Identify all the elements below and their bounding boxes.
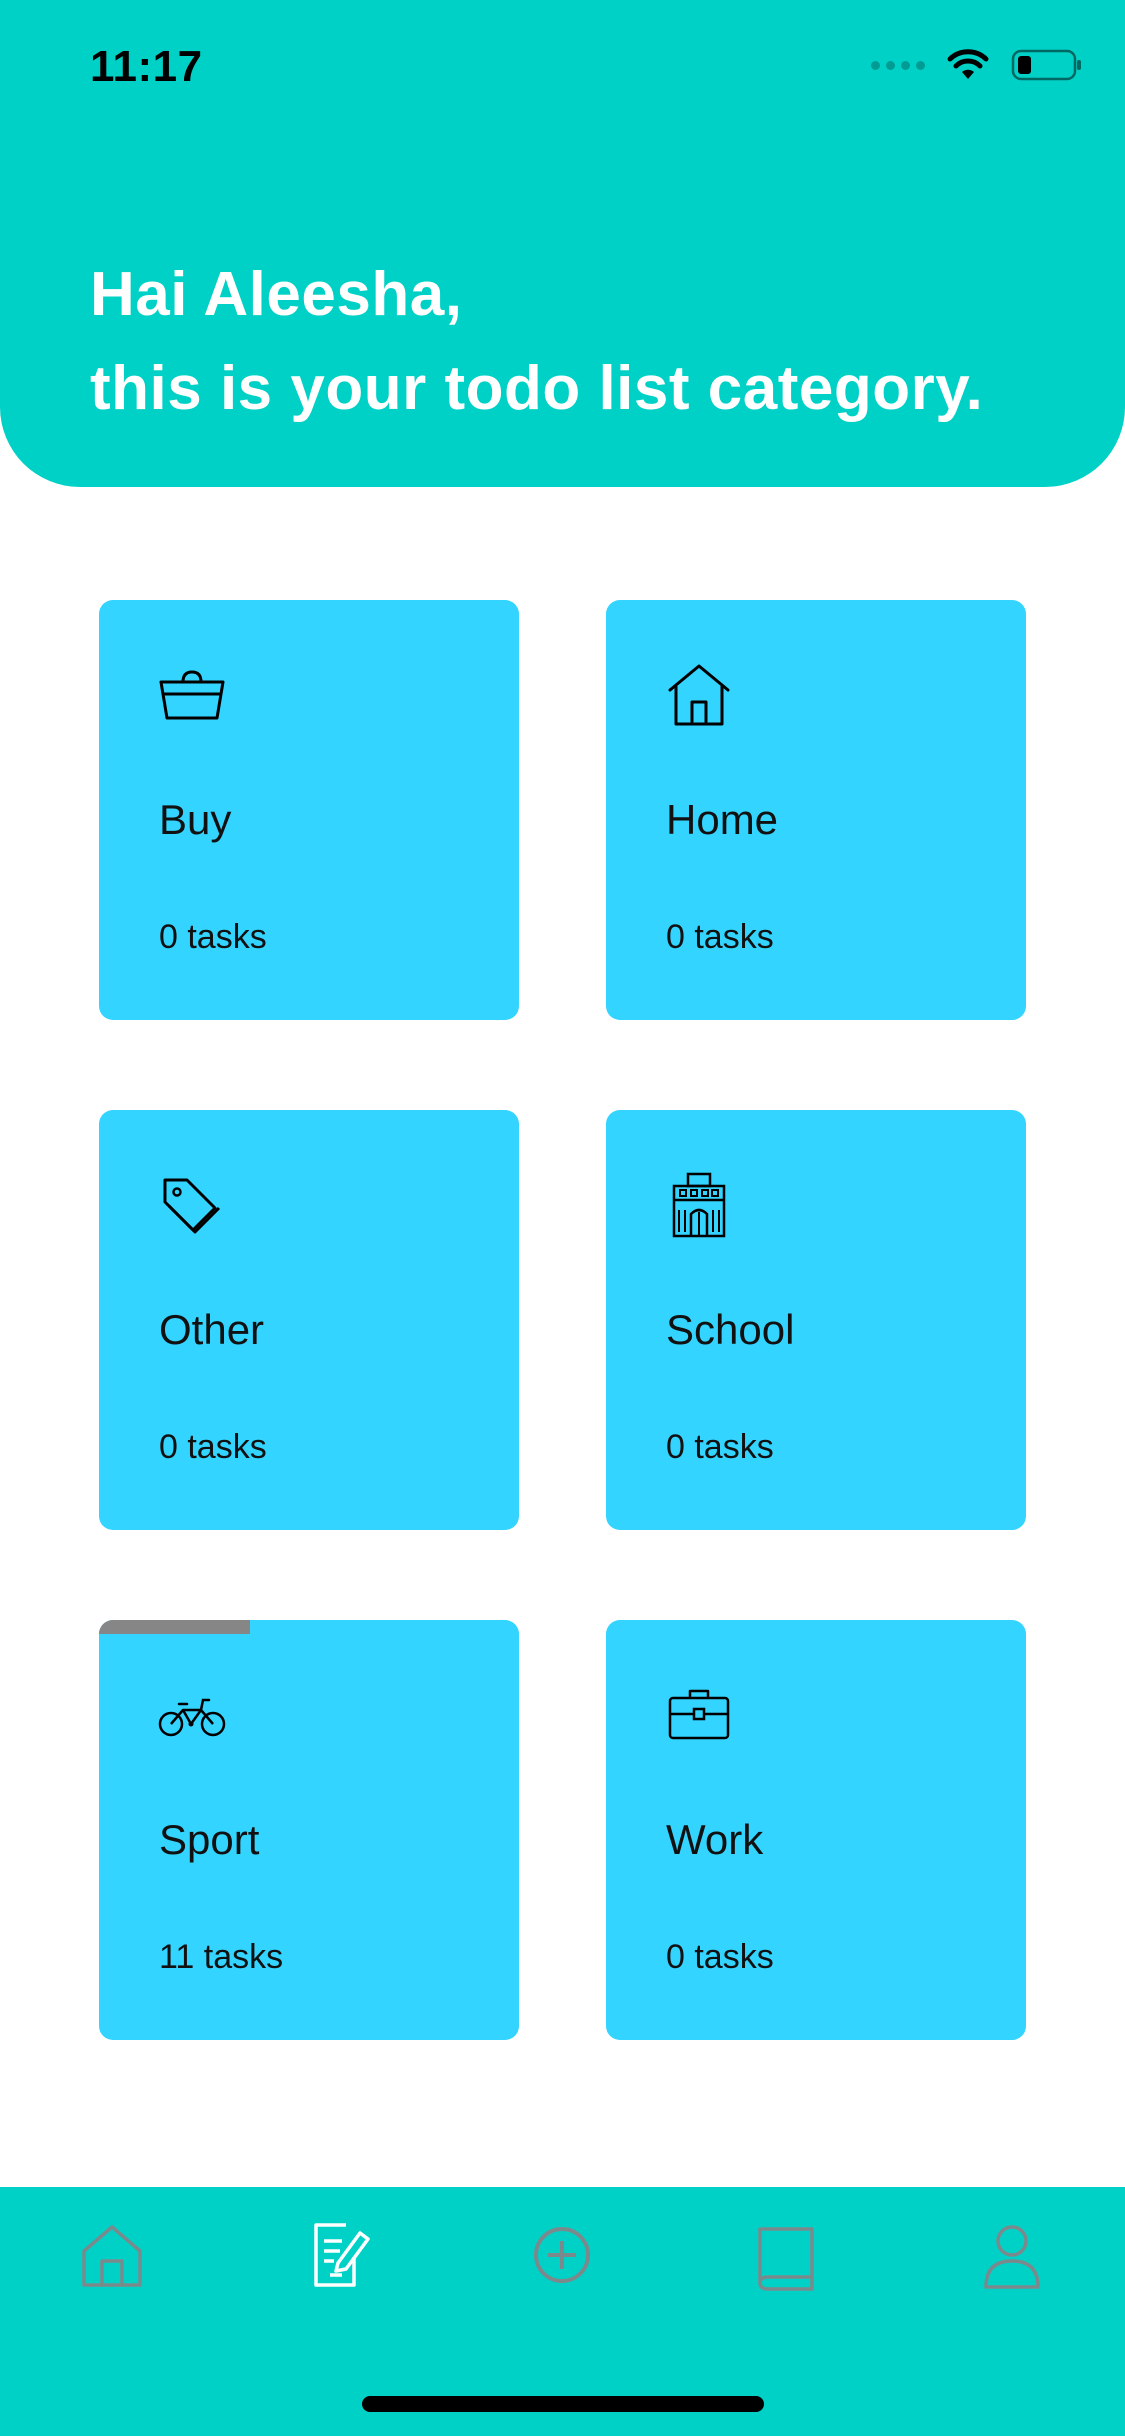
category-card-home[interactable]: Home 0 tasks (606, 600, 1026, 1020)
progress-fill (99, 1620, 251, 1634)
category-name: Buy (159, 796, 232, 843)
edit-note-icon[interactable] (302, 2217, 378, 2293)
wifi-icon (947, 49, 989, 79)
basket-icon (159, 670, 225, 720)
category-name: Sport (159, 1816, 260, 1863)
status-time: 11:17 (90, 42, 203, 91)
category-card-other[interactable]: Other 0 tasks (99, 1110, 519, 1530)
category-name: Home (666, 796, 779, 843)
category-task-count: 0 tasks (159, 918, 267, 956)
category-task-count: 0 tasks (666, 1938, 774, 1976)
signal-icon (871, 60, 925, 70)
add-circle-icon[interactable] (524, 2217, 600, 2293)
house-icon (668, 664, 730, 726)
bicycle-icon (158, 1698, 226, 1737)
home-icon[interactable] (74, 2217, 150, 2293)
category-card-sport[interactable]: Sport 11 tasks (99, 1620, 519, 2040)
category-card-school[interactable]: School 0 tasks (606, 1110, 1026, 1530)
book-icon[interactable] (748, 2217, 824, 2293)
home-indicator[interactable] (362, 2396, 764, 2412)
progress-bar (99, 1620, 519, 1634)
status-icons (871, 48, 1083, 82)
user-icon[interactable] (974, 2217, 1050, 2293)
category-name: Other (159, 1306, 265, 1353)
category-task-count: 0 tasks (159, 1428, 267, 1466)
greeting-line-2: this is your todo list category. (90, 354, 984, 423)
category-task-count: 0 tasks (666, 918, 774, 956)
category-card-buy[interactable]: Buy 0 tasks (99, 600, 519, 1020)
greeting: Hai Aleesha, this is your todo list cate… (90, 248, 983, 436)
category-name: School (666, 1306, 795, 1353)
category-task-count: 0 tasks (666, 1428, 774, 1466)
battery-icon (1011, 49, 1081, 81)
category-task-count: 11 tasks (159, 1938, 284, 1976)
todo-category-screen: 11:17 Hai Aleesha, this is your todo lis… (0, 0, 1125, 2436)
category-name: Work (666, 1816, 764, 1863)
header: 11:17 Hai Aleesha, this is your todo lis… (0, 0, 1125, 487)
school-icon (672, 1172, 726, 1238)
briefcase-icon (668, 1689, 730, 1740)
category-card-work[interactable]: Work 0 tasks (606, 1620, 1026, 2040)
tag-icon (163, 1178, 221, 1234)
greeting-line-1: Hai Aleesha, (90, 260, 463, 329)
